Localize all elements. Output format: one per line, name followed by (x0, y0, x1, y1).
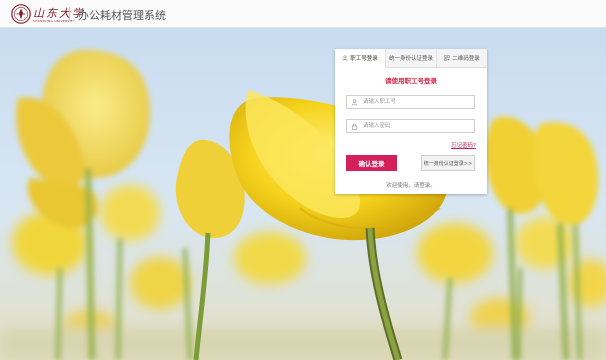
forgot-password-link[interactable]: 忘记密码? (451, 141, 476, 149)
system-title: 办公耗材管理系统 (78, 9, 166, 22)
username-field[interactable] (346, 95, 475, 109)
tab-staff-id-login[interactable]: 职工号登录 (335, 49, 386, 68)
user-icon (351, 99, 358, 106)
tab-unified-auth-label: 统一身份认证登录 (388, 56, 433, 62)
user-icon (342, 55, 348, 61)
login-panel: 职工号登录 统一身份认证登录 二维码登录 请使用职工号登录 忘记 (335, 49, 487, 194)
tab-qrcode-login[interactable]: 二维码登录 (437, 49, 487, 67)
unified-auth-login-button[interactable]: 统一身份认证登录>> (421, 155, 475, 171)
top-header: 山东大学 SHANDONG UNIVERSITY 办公耗材管理系统 (0, 0, 606, 28)
tab-unified-auth-login[interactable]: 统一身份认证登录 (386, 49, 437, 67)
password-input[interactable] (363, 121, 471, 131)
tab-staff-id-label: 职工号登录 (350, 56, 378, 62)
lock-icon (351, 123, 358, 130)
login-tabs: 职工号登录 统一身份认证登录 二维码登录 (335, 49, 487, 68)
welcome-text: 欢迎使用，请登录。 (386, 183, 436, 189)
tulip-background-image (0, 28, 606, 360)
confirm-login-button[interactable]: 确认登录 (346, 155, 397, 171)
qrcode-icon (444, 55, 450, 61)
login-heading: 请使用职工号登录 (385, 77, 437, 85)
password-field[interactable] (346, 119, 475, 133)
header-divider (69, 7, 70, 21)
tab-qrcode-label: 二维码登录 (452, 56, 480, 62)
username-input[interactable] (363, 97, 471, 107)
university-emblem-icon (11, 4, 31, 24)
